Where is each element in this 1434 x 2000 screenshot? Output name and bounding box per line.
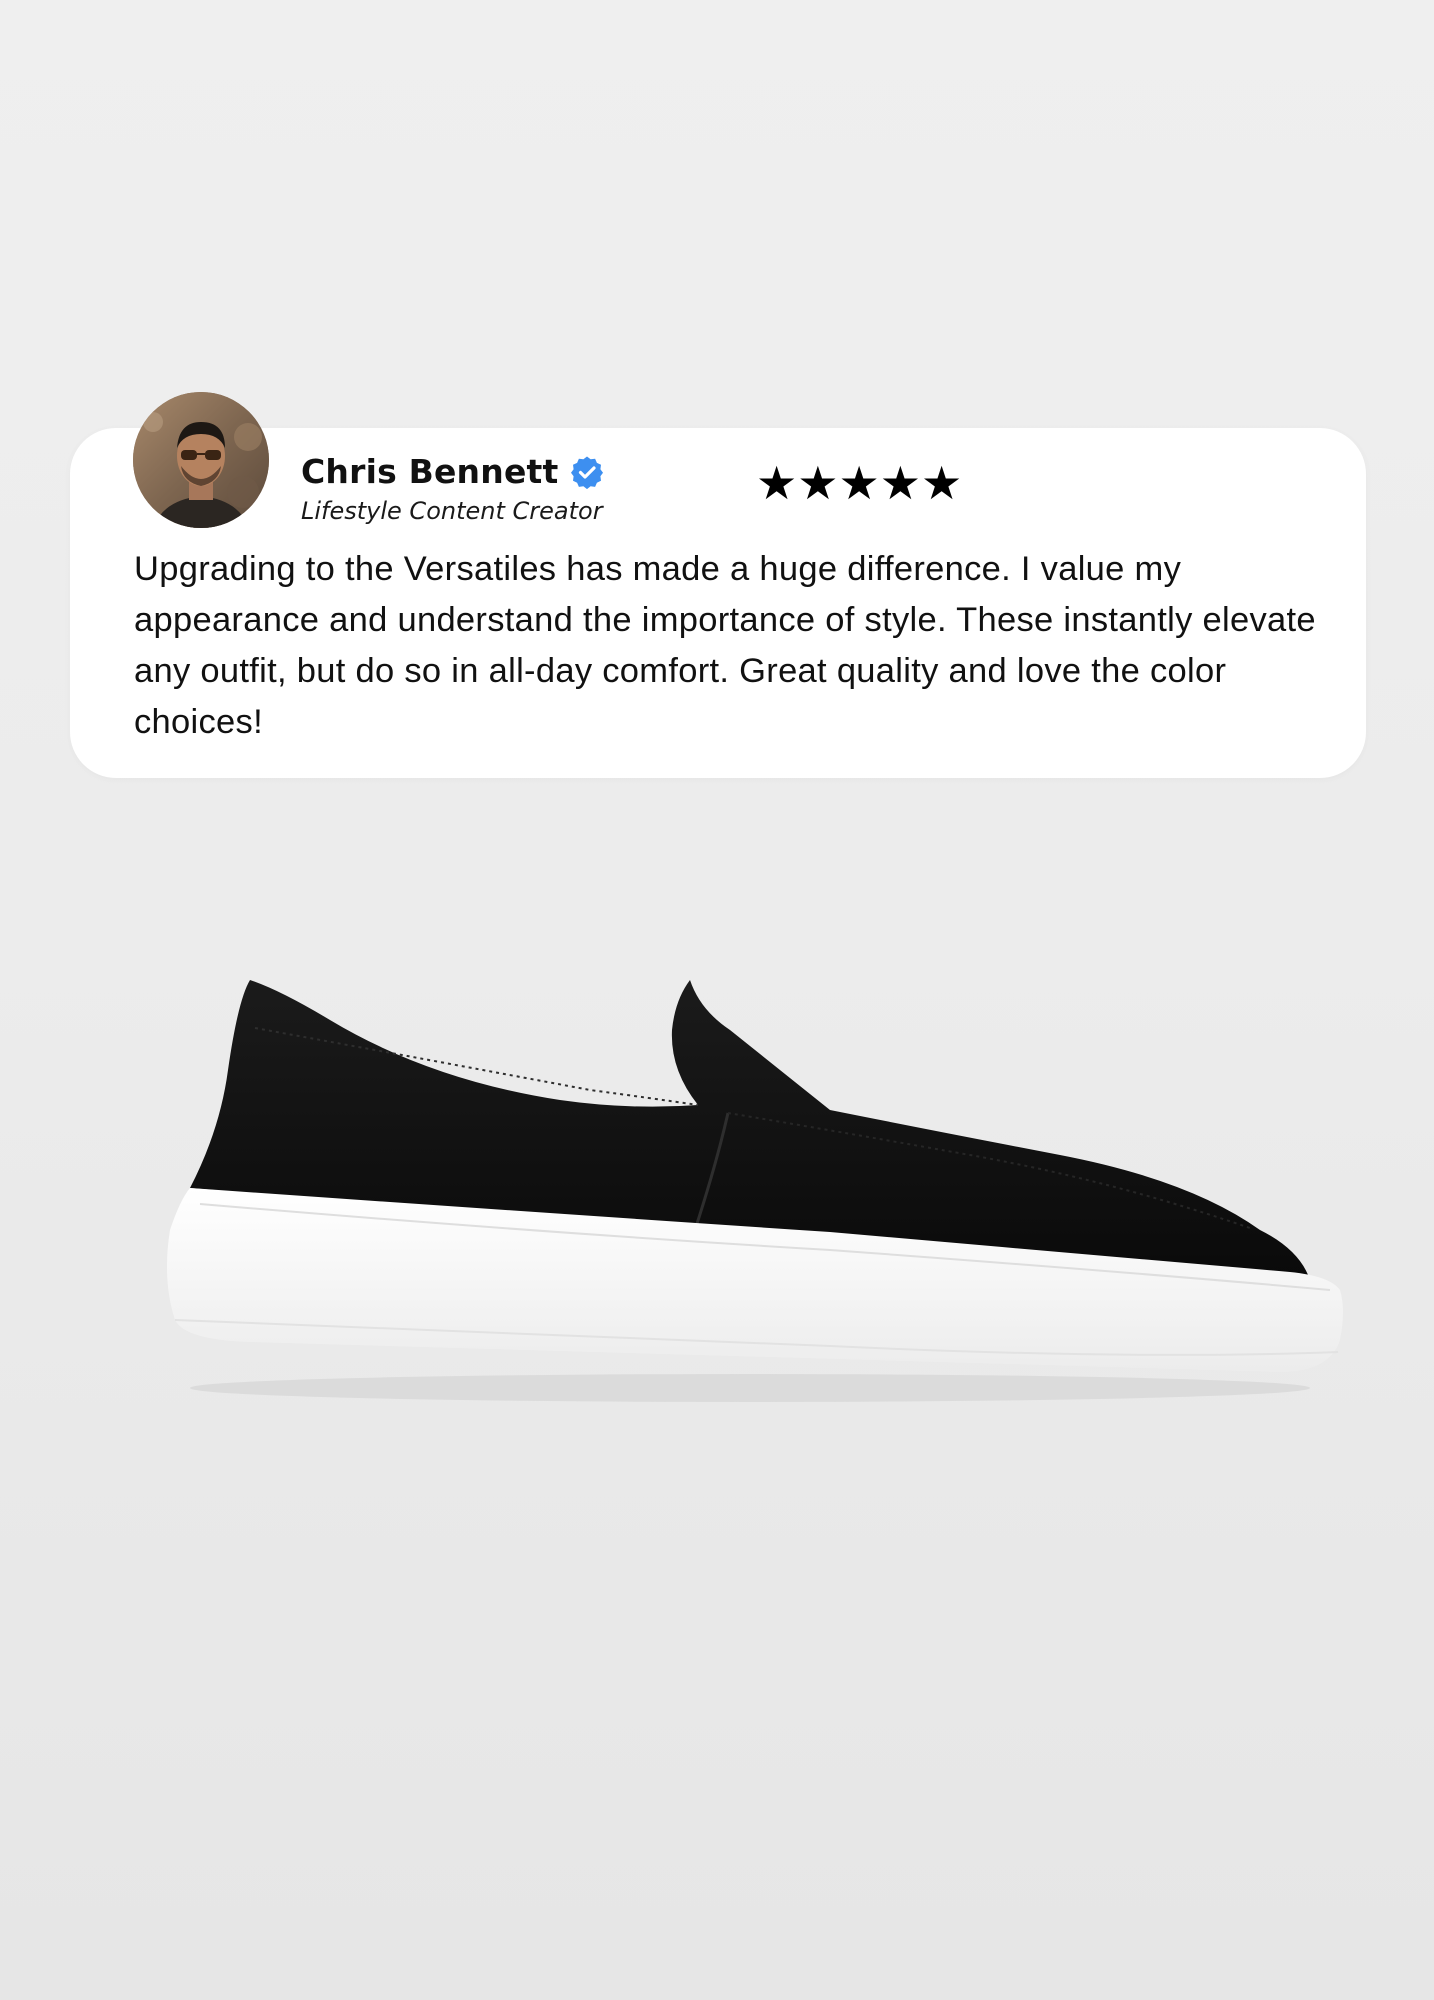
star-rating: ★ ★ ★ ★ ★ xyxy=(756,460,962,506)
star-icon: ★ xyxy=(921,456,963,510)
avatar-photo xyxy=(133,392,269,528)
star-icon: ★ xyxy=(797,456,839,510)
reviewer-role: Lifestyle Content Creator xyxy=(301,497,603,525)
star-icon: ★ xyxy=(838,456,880,510)
reviewer-name-row: Chris Bennett xyxy=(301,452,604,491)
reviewer-name: Chris Bennett xyxy=(301,452,559,491)
star-icon: ★ xyxy=(879,456,921,510)
reviewer-avatar xyxy=(133,392,269,528)
review-text: Upgrading to the Versatiles has made a h… xyxy=(134,550,1316,741)
verified-badge-icon xyxy=(571,456,604,489)
black-slip-on-shoe-image xyxy=(166,980,1343,1402)
star-icon: ★ xyxy=(756,456,798,510)
